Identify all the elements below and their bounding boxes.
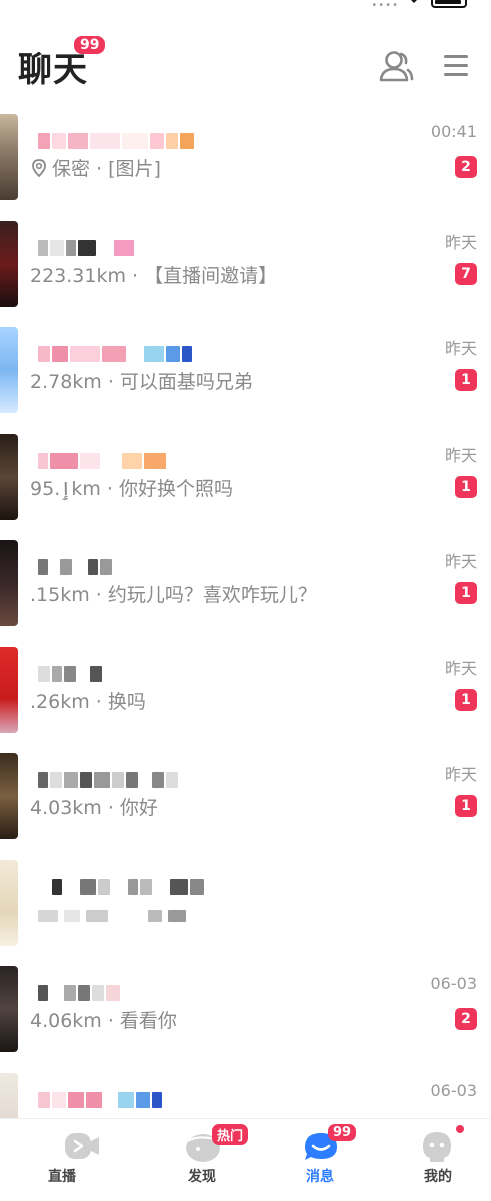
chat-preview: 保密 · [图片] <box>30 154 161 181</box>
contact-name-blurred <box>38 130 194 152</box>
avatar <box>0 753 18 839</box>
profile-icon <box>423 1132 451 1162</box>
chat-preview-blurred <box>38 909 186 922</box>
chat-row[interactable]: .15km · 约玩儿吗？喜欢咋玩儿？ 昨天 1 <box>0 532 491 639</box>
nav-label: 发现 <box>188 1169 216 1185</box>
chat-row[interactable]: 2.78km · 可以面基吗兄弟 昨天 1 <box>0 319 491 426</box>
bottom-nav: 直播 热门 发现 99 消息 我的 <box>0 1118 491 1201</box>
chat-preview: 4.03km · 你好 <box>30 797 158 819</box>
contacts-button[interactable] <box>377 48 415 84</box>
chat-time: 00:41 <box>430 122 477 141</box>
wifi-icon <box>411 0 417 3</box>
contact-name-blurred <box>38 876 204 898</box>
unread-badge: 1 <box>455 688 477 711</box>
unread-badge: 7 <box>455 262 477 285</box>
chat-time: 06-03 <box>430 1080 478 1100</box>
chat-row[interactable] <box>0 852 491 959</box>
chat-preview: 223.31km · 【直播间邀请】 <box>30 264 278 287</box>
contact-name-blurred <box>38 982 120 1004</box>
avatar <box>0 646 18 733</box>
nav-item-profile[interactable]: 我的 <box>375 1119 491 1201</box>
contact-name-blurred <box>38 663 102 685</box>
contact-name-blurred <box>38 556 112 578</box>
status-bar: •••• <box>0 0 491 14</box>
chat-row[interactable]: .26km · 换吗 昨天 1 <box>0 639 491 746</box>
chat-time: 昨天 <box>444 552 477 571</box>
chat-row[interactable]: 4.03km · 你好 昨天 1 <box>0 745 491 852</box>
nav-badge-unread: 99 <box>328 1124 357 1141</box>
signal-icon: •••• <box>371 0 399 11</box>
avatar <box>0 859 18 946</box>
chat-time: 昨天 <box>444 232 477 252</box>
chat-row[interactable]: 223.31km · 【直播间邀请】 昨天 7 <box>0 213 491 320</box>
title-unread-badge: 99 <box>74 36 106 54</box>
chat-row[interactable]: 保密 · [图片] 00:41 2 <box>0 106 491 213</box>
avatar <box>0 220 18 307</box>
nav-label: 我的 <box>424 1169 452 1185</box>
unread-badge: 2 <box>455 156 477 178</box>
menu-button[interactable] <box>440 50 472 80</box>
chat-preview: .26km · 换吗 <box>30 690 146 713</box>
chat-time: 昨天 <box>444 339 477 358</box>
nav-item-live[interactable]: 直播 <box>23 1119 145 1201</box>
avatar <box>0 540 18 626</box>
chat-time: 06-03 <box>430 974 478 993</box>
chat-row[interactable]: 4.06km · 看看你 06-03 2 <box>0 958 491 1065</box>
live-icon <box>65 1133 99 1159</box>
nav-notification-dot <box>456 1125 464 1133</box>
avatar <box>0 966 18 1052</box>
contact-name-blurred <box>38 769 178 791</box>
battery-icon <box>431 0 467 8</box>
nav-item-discover[interactable]: 热门 发现 <box>140 1119 262 1201</box>
nav-label: 消息 <box>306 1169 334 1185</box>
nav-label: 直播 <box>48 1169 76 1185</box>
avatar <box>0 114 18 200</box>
chat-preview: .15km · 约玩儿吗？喜欢咋玩儿？ <box>30 584 317 606</box>
unread-badge: 1 <box>455 475 477 498</box>
unread-badge: 2 <box>455 1008 477 1030</box>
contacts-icon <box>379 51 414 82</box>
contact-name-blurred <box>38 1089 162 1111</box>
unread-badge: 1 <box>455 369 477 391</box>
chat-preview: ٳ.95km · 你好换个照吗 <box>30 477 234 500</box>
avatar <box>0 433 18 520</box>
header: 聊天 99 <box>0 30 491 100</box>
contact-name-blurred <box>38 450 166 472</box>
avatar <box>0 327 18 413</box>
contact-name-blurred <box>38 237 134 259</box>
nav-badge-hot: 热门 <box>212 1124 249 1145</box>
menu-icon <box>444 55 468 76</box>
chat-time: 昨天 <box>444 445 477 465</box>
chat-preview: 4.06km · 看看你 <box>30 1010 177 1032</box>
chat-time: 昨天 <box>444 765 477 784</box>
nav-item-messages[interactable]: 99 消息 <box>258 1119 380 1201</box>
chat-time: 昨天 <box>444 658 477 678</box>
unread-badge: 1 <box>455 582 477 604</box>
chat-row[interactable]: ٳ.95km · 你好换个照吗 昨天 1 <box>0 426 491 533</box>
unread-badge: 1 <box>455 795 477 817</box>
chat-preview-text: 保密 · [图片] <box>52 158 161 180</box>
chat-preview: 2.78km · 可以面基吗兄弟 <box>30 371 253 393</box>
contact-name-blurred <box>38 343 192 365</box>
chat-list: 保密 · [图片] 00:41 2 223.31km · 【直播间邀请】 昨天 … <box>0 106 491 1171</box>
location-pin-icon <box>32 159 46 178</box>
